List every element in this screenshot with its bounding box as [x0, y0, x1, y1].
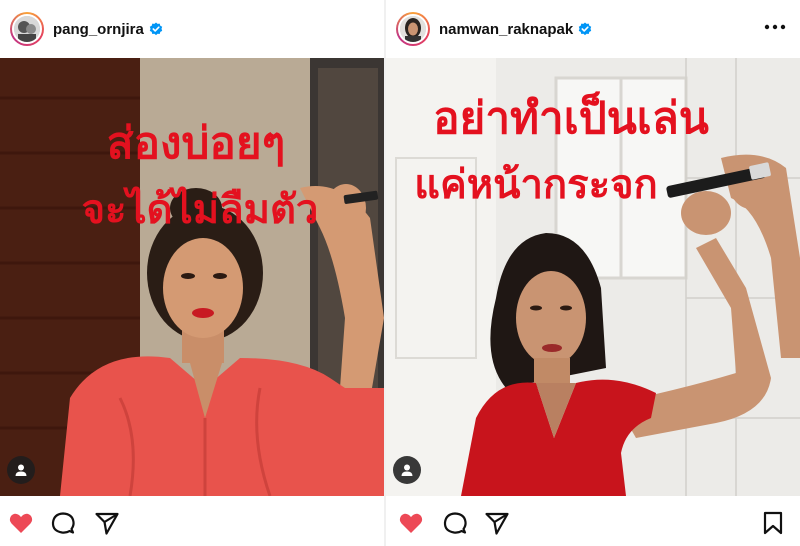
bookmark-icon[interactable] — [760, 510, 786, 536]
username[interactable]: pang_ornjira — [53, 21, 144, 38]
verified-badge-icon — [579, 22, 592, 36]
comment-icon[interactable] — [442, 510, 468, 536]
post-pang-ornjira: pang_ornjira ส่องบ่อยๆ จะได้ไม่ลืมตัว — [0, 0, 384, 546]
heart-icon[interactable] — [398, 510, 424, 536]
mirror-caption-line2: แค่หน้ากระจก — [414, 162, 658, 208]
avatar[interactable] — [398, 14, 428, 44]
mirror-caption-line1: ส่องบ่อยๆ — [107, 118, 286, 169]
username[interactable]: namwan_raknapak — [439, 21, 573, 38]
post-actions — [0, 496, 384, 546]
post-actions — [386, 496, 800, 546]
more-options-icon[interactable] — [764, 24, 786, 30]
share-icon[interactable] — [484, 510, 510, 536]
person-icon — [15, 464, 27, 476]
post-photo[interactable]: ส่องบ่อยๆ จะได้ไม่ลืมตัว — [0, 58, 384, 496]
avatar[interactable] — [12, 14, 42, 44]
person-icon — [401, 464, 413, 476]
tagged-users-button[interactable] — [7, 456, 35, 484]
post-header: namwan_raknapak — [386, 0, 800, 58]
heart-icon[interactable] — [8, 510, 34, 536]
post-namwan-raknapak: namwan_raknapak อย่าทำเป็นเล่น แค่หน้ากร… — [386, 0, 800, 546]
tagged-users-button[interactable] — [393, 456, 421, 484]
verified-badge-icon — [149, 22, 163, 36]
mirror-caption-line2: จะได้ไม่ลืมตัว — [82, 186, 319, 233]
story-ring[interactable] — [396, 12, 430, 46]
comment-icon[interactable] — [50, 510, 76, 536]
post-header: pang_ornjira — [0, 0, 384, 58]
post-photo[interactable]: อย่าทำเป็นเล่น แค่หน้ากระจก — [386, 58, 800, 496]
share-icon[interactable] — [94, 510, 120, 536]
mirror-caption-line1: อย่าทำเป็นเล่น — [433, 91, 709, 144]
story-ring[interactable] — [10, 12, 44, 46]
